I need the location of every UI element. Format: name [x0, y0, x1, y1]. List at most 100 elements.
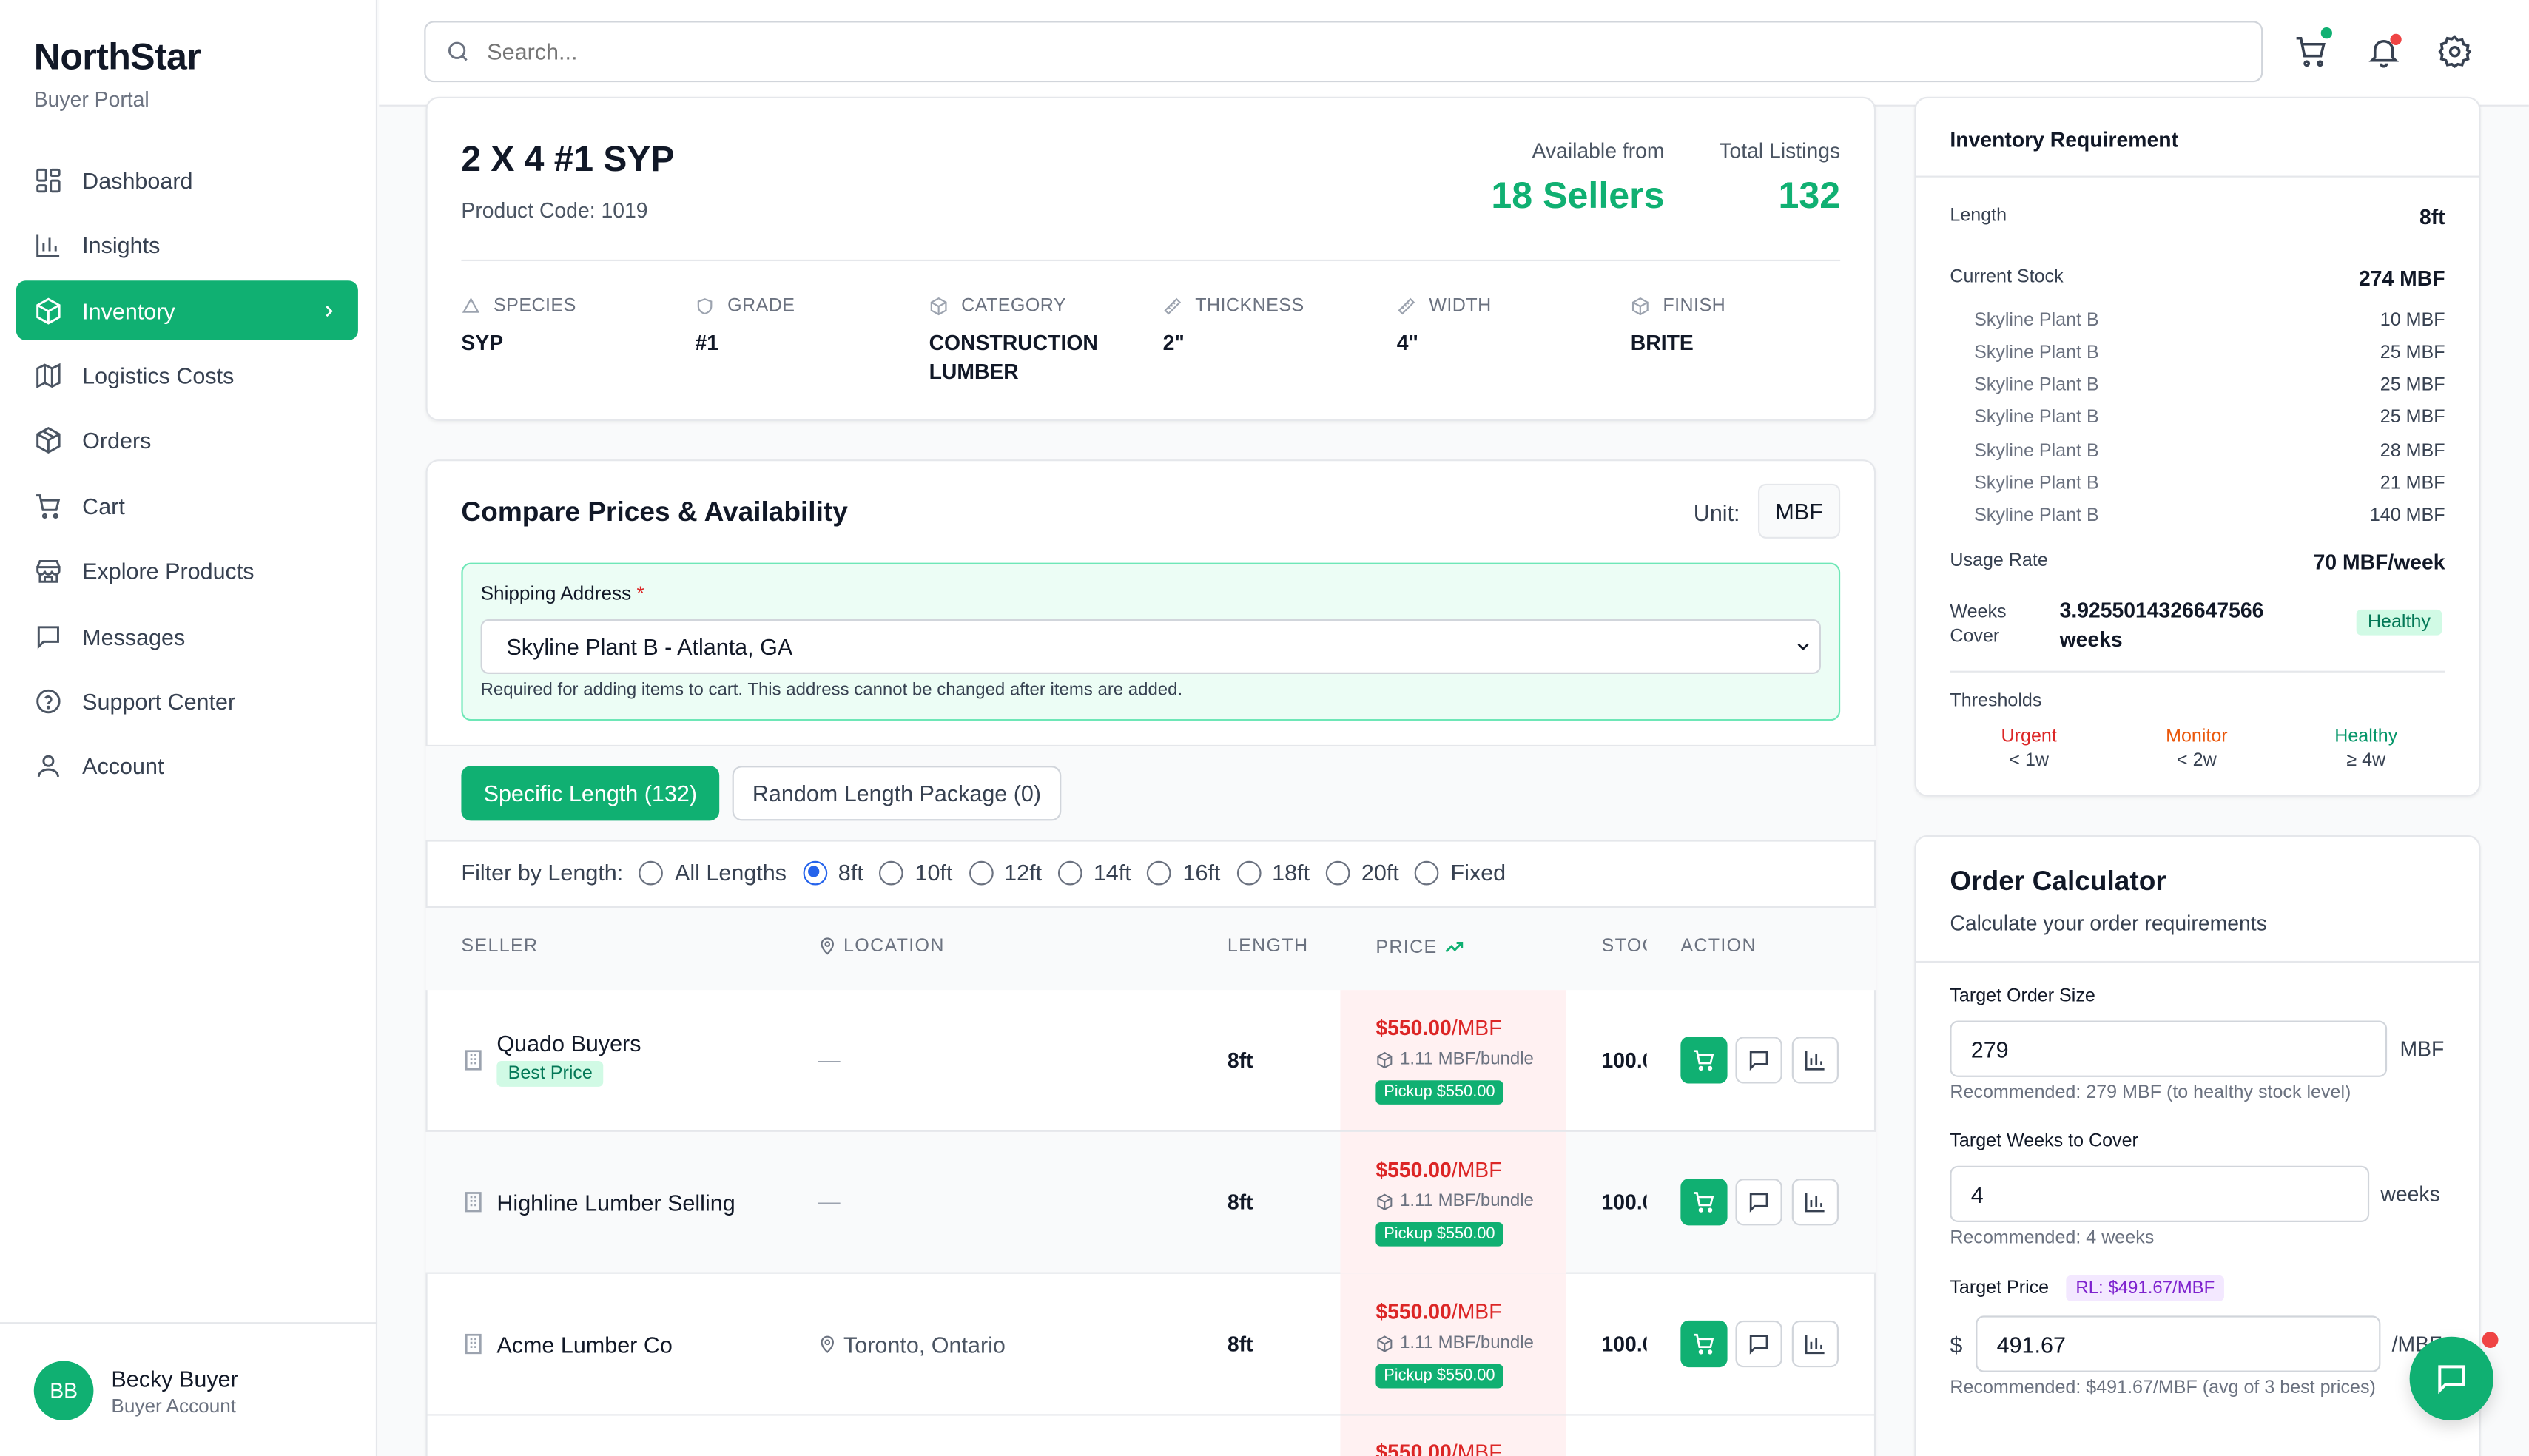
price-value: $550.00/MBF [1375, 1016, 1502, 1040]
divider [1950, 670, 2445, 673]
price-history-button[interactable] [1791, 1179, 1839, 1226]
stock-item-value: 25 MBF [2380, 408, 2445, 428]
bundle-info: 1.11 MBF/bundle [1375, 1192, 1534, 1211]
gear-icon[interactable] [2437, 34, 2473, 70]
sidebar-item-account[interactable]: Account [16, 735, 358, 795]
add-to-cart-button[interactable] [1680, 1320, 1728, 1368]
message-icon [1749, 1193, 1768, 1213]
col-price[interactable]: PRICE [1375, 937, 1464, 957]
attr-width-label: WIDTH [1397, 297, 1492, 316]
radio-button[interactable] [1057, 860, 1082, 885]
stock-item-name: Skyline Plant B [1974, 408, 2099, 428]
message-seller-button[interactable] [1735, 1037, 1782, 1084]
add-to-cart-button[interactable] [1680, 1179, 1728, 1226]
pickup-badge: Pickup $550.00 [1375, 1221, 1503, 1247]
length-value: 8ft [2419, 204, 2445, 229]
sidebar-item-label: Dashboard [82, 166, 193, 193]
radio-button[interactable] [1236, 860, 1261, 885]
tab-specific-length[interactable]: Specific Length (132) [461, 766, 720, 821]
filter-10ft[interactable]: 10ft [879, 860, 952, 885]
stock-item-name: Skyline Plant B [1974, 442, 2099, 462]
radio-button[interactable] [1147, 860, 1172, 885]
available-label: Available from [1532, 138, 1665, 164]
threshold-monitor: Monitor [2166, 727, 2228, 747]
unit-label: Unit: [1693, 499, 1740, 526]
current-stock-label: Current Stock [1950, 267, 2064, 287]
pickup-badge: Pickup $550.00 [1375, 1364, 1503, 1389]
tab-random-length[interactable]: Random Length Package (0) [732, 766, 1062, 821]
price-history-button[interactable] [1791, 1320, 1839, 1368]
add-to-cart-button[interactable] [1680, 1037, 1728, 1084]
search-bar[interactable] [424, 21, 2263, 83]
dashboard-icon [36, 167, 61, 192]
filter-20ft[interactable]: 20ft [1325, 860, 1399, 885]
price-history-button[interactable] [1791, 1037, 1839, 1084]
attr-species-value: SYP [461, 330, 504, 355]
chat-button[interactable] [2409, 1336, 2493, 1421]
stock-value: 100.0 [1601, 1048, 1647, 1073]
weeks-cover-input[interactable]: 4 [1950, 1165, 2370, 1222]
sidebar-item-insights[interactable]: Insights [16, 215, 358, 274]
threshold-healthy: Healthy [2334, 727, 2398, 747]
seller-name[interactable]: Highline Lumber Selling [496, 1190, 735, 1216]
seller-name[interactable]: Quado Buyers [496, 1031, 641, 1056]
usage-rate-label: Usage Rate [1950, 551, 2048, 571]
stock-value: 100.0 [1601, 1190, 1647, 1215]
radio-button[interactable] [879, 860, 904, 885]
attr-category-label: CATEGORY [929, 297, 1066, 316]
sidebar-item-messages[interactable]: Messages [16, 606, 358, 666]
sidebar-item-orders[interactable]: Orders [16, 410, 358, 470]
package-icon [36, 425, 61, 453]
sidebar-item-support[interactable]: Support Center [16, 671, 358, 731]
location-pin-icon [821, 1335, 834, 1353]
sidebar-item-label: Cart [82, 492, 125, 519]
attr-thickness-label: THICKNESS [1163, 297, 1304, 316]
stock-item-name: Skyline Plant B [1974, 375, 2099, 395]
bell-notification-dot [2390, 33, 2402, 46]
radio-button[interactable] [639, 860, 664, 885]
avatar[interactable]: BB [33, 1361, 94, 1421]
radio-button[interactable] [1415, 860, 1440, 885]
status-badge: Healthy [2356, 609, 2442, 636]
price-value: $550.00/MBF [1375, 1157, 1502, 1182]
filter-all-lengths[interactable]: All Lengths [639, 860, 787, 885]
filter-12ft[interactable]: 12ft [969, 860, 1042, 885]
order-size-input[interactable]: 279 [1950, 1020, 2388, 1077]
sidebar-item-cart[interactable]: Cart [16, 476, 358, 536]
filter-label: Filter by Length: [461, 859, 624, 886]
col-action: ACTION [1680, 937, 1757, 957]
message-icon [1749, 1335, 1768, 1355]
radio-button-selected[interactable] [802, 860, 827, 885]
user-name: Becky Buyer [111, 1365, 238, 1392]
search-input[interactable] [487, 38, 1939, 65]
unit-selector[interactable]: MBF [1757, 483, 1841, 539]
filter-18ft[interactable]: 18ft [1236, 860, 1310, 885]
store-icon [36, 559, 61, 582]
threshold-monitor-value: < 2w [2177, 751, 2217, 771]
filter-16ft[interactable]: 16ft [1147, 860, 1220, 885]
cart-icon [1694, 1192, 1714, 1213]
shield-icon [697, 298, 713, 315]
message-seller-button[interactable] [1735, 1179, 1782, 1226]
product-title: 2 X 4 #1 SYP [461, 138, 675, 179]
sidebar-item-dashboard[interactable]: Dashboard [16, 150, 358, 210]
bundle-info: 1.11 MBF/bundle [1375, 1050, 1534, 1069]
radio-button[interactable] [969, 860, 993, 885]
chart-icon [1805, 1193, 1825, 1213]
filter-8ft[interactable]: 8ft [802, 860, 863, 885]
seller-name[interactable]: Acme Lumber Co [496, 1332, 672, 1358]
chevron-down-icon [1797, 643, 1809, 651]
message-seller-button[interactable] [1735, 1320, 1782, 1368]
radio-button[interactable] [1325, 860, 1350, 885]
target-price-input[interactable]: 491.67 [1976, 1315, 2381, 1372]
filter-14ft[interactable]: 14ft [1057, 860, 1131, 885]
table-header [425, 906, 1876, 991]
cart-icon[interactable] [2294, 34, 2329, 70]
sidebar-item-logistics[interactable]: Logistics Costs [16, 345, 358, 405]
sidebar-item-explore-products[interactable]: Explore Products [16, 540, 358, 600]
filter-fixed[interactable]: Fixed [1415, 860, 1506, 885]
sidebar-item-inventory[interactable]: Inventory [16, 280, 358, 340]
user-icon [37, 754, 59, 777]
listings-value: 132 [1778, 174, 1841, 217]
shipping-address-select[interactable]: Skyline Plant B - Atlanta, GA [480, 619, 1821, 674]
